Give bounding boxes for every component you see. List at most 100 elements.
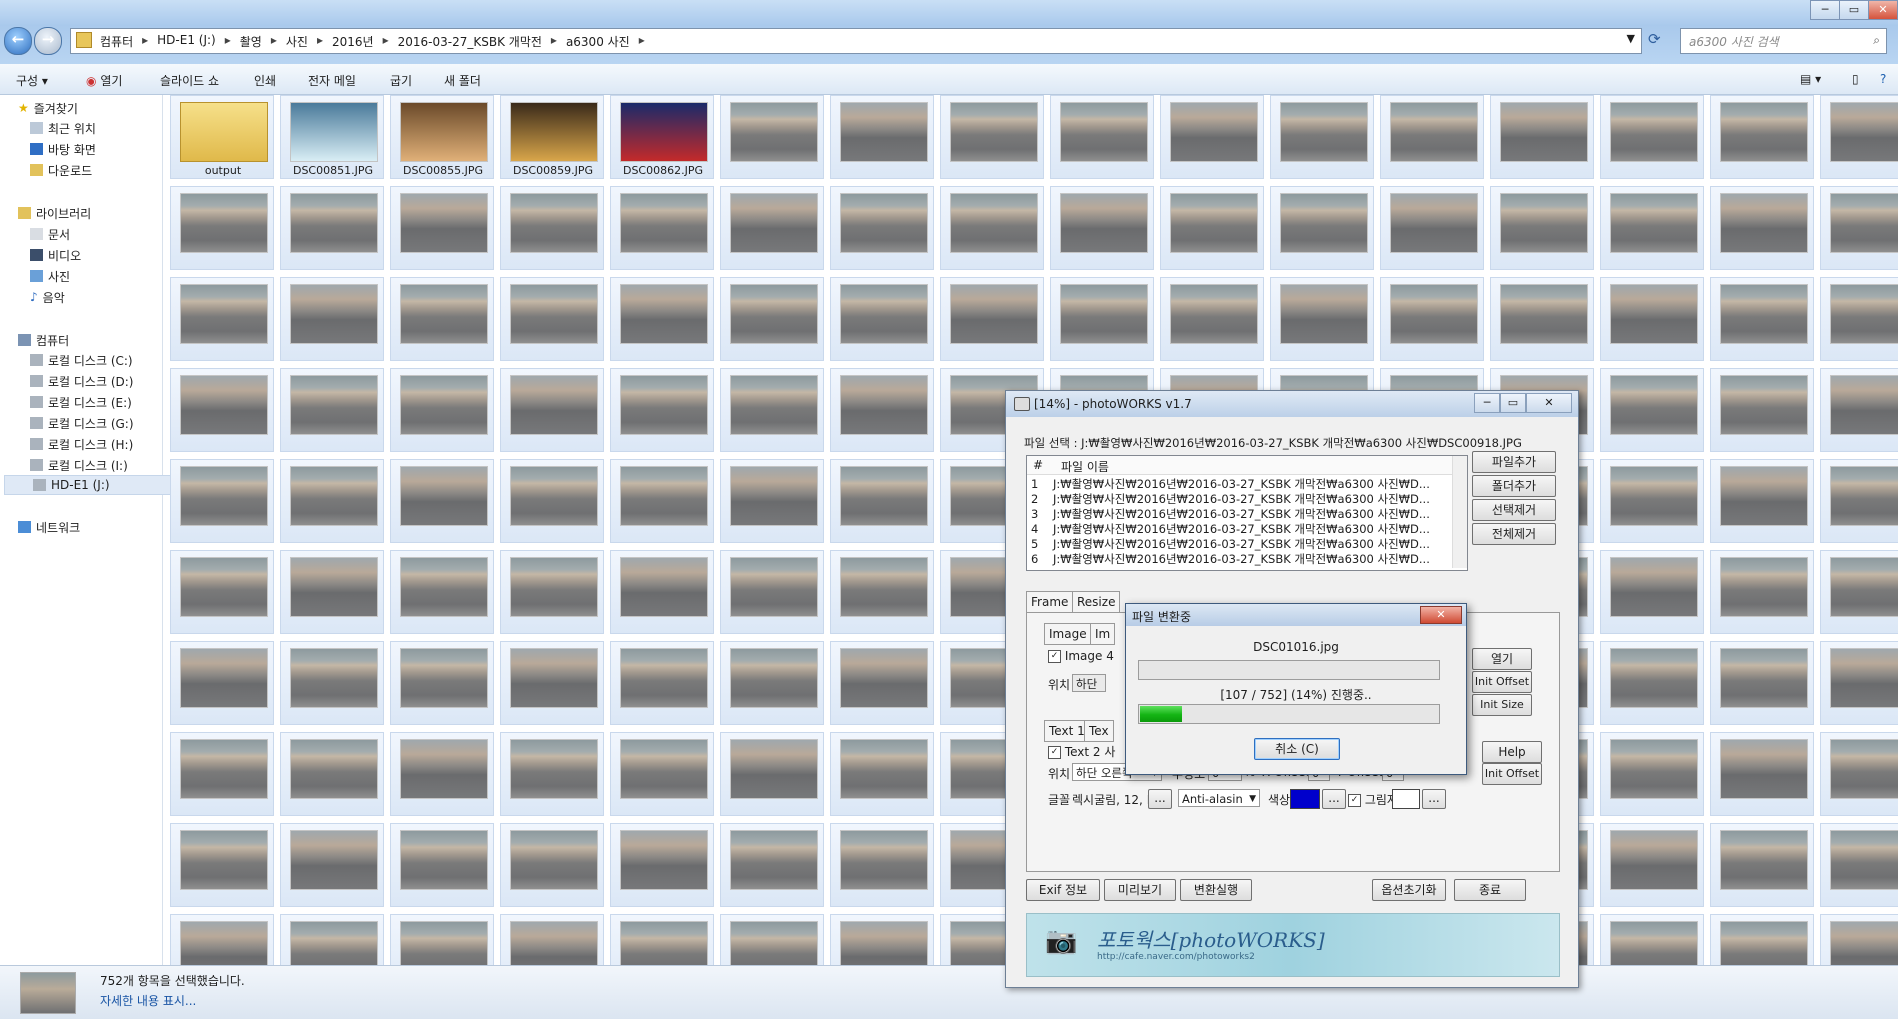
sidebar-item-pictures[interactable]: 사진 bbox=[30, 267, 70, 285]
file-thumbnail[interactable] bbox=[1710, 95, 1814, 179]
file-thumbnail[interactable] bbox=[170, 277, 274, 361]
breadcrumb-item[interactable]: 사진 bbox=[283, 33, 311, 50]
sidebar-item-documents[interactable]: 문서 bbox=[30, 225, 70, 243]
file-thumbnail[interactable] bbox=[280, 186, 384, 270]
file-thumbnail[interactable] bbox=[830, 186, 934, 270]
breadcrumb-item[interactable]: 촬영 bbox=[237, 33, 265, 50]
font-picker-button[interactable]: ... bbox=[1148, 789, 1172, 809]
sidebar-item-drive-e[interactable]: 로컬 디스크 (E:) bbox=[30, 393, 132, 411]
breadcrumb-item[interactable]: 컴퓨터 bbox=[97, 33, 136, 50]
antialias-select[interactable]: Anti-alasin ▼ bbox=[1178, 789, 1260, 807]
file-thumbnail[interactable] bbox=[1050, 277, 1154, 361]
refresh-icon[interactable]: ⟳ bbox=[1648, 30, 1661, 48]
file-thumbnail[interactable] bbox=[1820, 732, 1898, 816]
file-thumbnail[interactable] bbox=[1050, 95, 1154, 179]
file-thumbnail[interactable] bbox=[1490, 186, 1594, 270]
sidebar-item-drive-h[interactable]: 로컬 디스크 (H:) bbox=[30, 435, 133, 453]
file-thumbnail[interactable] bbox=[1270, 95, 1374, 179]
file-thumbnail[interactable] bbox=[280, 641, 384, 725]
file-thumbnail[interactable] bbox=[720, 368, 824, 452]
pw-minimize-button[interactable]: ─ bbox=[1474, 393, 1500, 413]
file-thumbnail[interactable] bbox=[1600, 914, 1704, 965]
breadcrumb-separator-icon[interactable]: ▸ bbox=[317, 33, 323, 50]
print-button[interactable]: 인쇄 bbox=[254, 72, 276, 89]
file-thumbnail[interactable] bbox=[500, 914, 604, 965]
file-thumbnail[interactable] bbox=[830, 95, 934, 179]
file-thumbnail[interactable] bbox=[1820, 823, 1898, 907]
cancel-button[interactable]: 취소 (C) bbox=[1254, 738, 1340, 760]
file-thumbnail[interactable] bbox=[830, 641, 934, 725]
exif-button[interactable]: Exif 정보 bbox=[1026, 879, 1100, 901]
libraries-header[interactable]: 라이브러리 bbox=[18, 204, 91, 222]
file-thumbnail[interactable] bbox=[1820, 95, 1898, 179]
file-thumbnail[interactable] bbox=[720, 550, 824, 634]
file-thumbnail[interactable] bbox=[1710, 550, 1814, 634]
tab-resize[interactable]: Resize bbox=[1072, 591, 1121, 613]
breadcrumb-item[interactable]: a6300 사진 bbox=[563, 33, 633, 50]
preview-pane-icon[interactable]: ▯ bbox=[1852, 72, 1859, 86]
file-thumbnail[interactable] bbox=[170, 823, 274, 907]
file-thumbnail[interactable]: DSC00862.JPG bbox=[610, 95, 714, 179]
tab-text-1[interactable]: Text 1 bbox=[1044, 720, 1090, 742]
init-offset-button[interactable]: Init Offset bbox=[1472, 671, 1532, 693]
organize-menu[interactable]: 구성 ▾ bbox=[16, 72, 48, 89]
init-offset-button-2[interactable]: Init Offset bbox=[1482, 763, 1542, 785]
file-thumbnail[interactable] bbox=[280, 368, 384, 452]
slideshow-button[interactable]: 슬라이드 쇼 bbox=[160, 72, 219, 89]
sidebar-item-drive-i[interactable]: 로컬 디스크 (I:) bbox=[30, 456, 128, 474]
text-color-swatch[interactable] bbox=[1290, 789, 1320, 809]
file-thumbnail[interactable] bbox=[170, 186, 274, 270]
file-thumbnail[interactable] bbox=[170, 914, 274, 965]
file-thumbnail[interactable] bbox=[1710, 277, 1814, 361]
file-thumbnail[interactable] bbox=[170, 732, 274, 816]
burn-button[interactable]: 굽기 bbox=[390, 72, 412, 89]
file-thumbnail[interactable] bbox=[500, 277, 604, 361]
init-size-button[interactable]: Init Size bbox=[1472, 694, 1532, 716]
computer-header[interactable]: 컴퓨터 bbox=[18, 331, 69, 349]
file-thumbnail[interactable] bbox=[1710, 186, 1814, 270]
file-thumbnail[interactable] bbox=[1380, 95, 1484, 179]
file-thumbnail[interactable] bbox=[170, 641, 274, 725]
sidebar-item-music[interactable]: ♪ 음악 bbox=[30, 288, 65, 306]
file-thumbnail[interactable] bbox=[1160, 186, 1264, 270]
sidebar-item-downloads[interactable]: 다운로드 bbox=[30, 161, 92, 179]
file-thumbnail[interactable] bbox=[280, 914, 384, 965]
close-button[interactable]: ✕ bbox=[1868, 0, 1898, 20]
file-thumbnail[interactable] bbox=[1820, 550, 1898, 634]
file-thumbnail[interactable] bbox=[1380, 186, 1484, 270]
breadcrumb-separator-icon[interactable]: ▸ bbox=[383, 33, 389, 50]
file-thumbnail[interactable] bbox=[1820, 277, 1898, 361]
favorites-header[interactable]: ★ 즐겨찾기 bbox=[18, 99, 78, 117]
file-thumbnail[interactable] bbox=[720, 277, 824, 361]
file-thumbnail[interactable] bbox=[720, 459, 824, 543]
breadcrumb-separator-icon[interactable]: ▸ bbox=[271, 33, 277, 50]
file-thumbnail[interactable]: DSC00859.JPG bbox=[500, 95, 604, 179]
sidebar-item-recent[interactable]: 최근 위치 bbox=[30, 119, 96, 137]
new-folder-button[interactable]: 새 폴더 bbox=[444, 72, 481, 89]
file-thumbnail[interactable] bbox=[1710, 459, 1814, 543]
help-icon[interactable]: ? bbox=[1880, 72, 1886, 86]
file-thumbnail[interactable] bbox=[1820, 368, 1898, 452]
breadcrumb-separator-icon[interactable]: ▸ bbox=[551, 33, 557, 50]
file-thumbnail[interactable] bbox=[830, 277, 934, 361]
file-thumbnail[interactable] bbox=[720, 641, 824, 725]
list-item[interactable]: 4 J:₩촬영₩사진₩2016년₩2016-03-27_KSBK 개막전₩a630… bbox=[1031, 521, 1451, 537]
exit-button[interactable]: 종료 bbox=[1454, 879, 1526, 901]
tab-image-2[interactable]: Im bbox=[1090, 623, 1116, 645]
chevron-down-icon[interactable]: ▼ bbox=[1627, 32, 1635, 45]
file-thumbnail[interactable] bbox=[500, 459, 604, 543]
remove-selected-button[interactable]: 선택제거 bbox=[1472, 499, 1556, 521]
sidebar-item-desktop[interactable]: 바탕 화면 bbox=[30, 140, 96, 158]
file-thumbnail[interactable] bbox=[720, 914, 824, 965]
file-thumbnail[interactable] bbox=[1820, 459, 1898, 543]
file-thumbnail[interactable] bbox=[390, 823, 494, 907]
file-thumbnail[interactable] bbox=[1270, 277, 1374, 361]
file-thumbnail[interactable] bbox=[390, 550, 494, 634]
network-header[interactable]: 네트워크 bbox=[18, 518, 80, 536]
file-thumbnail[interactable] bbox=[1710, 823, 1814, 907]
file-thumbnail[interactable] bbox=[610, 277, 714, 361]
shadow-checkbox[interactable]: ✓ 그림자 bbox=[1348, 791, 1398, 808]
back-button[interactable]: ← bbox=[4, 27, 32, 55]
tab-frame[interactable]: Frame bbox=[1026, 591, 1074, 613]
file-thumbnail[interactable] bbox=[1050, 186, 1154, 270]
